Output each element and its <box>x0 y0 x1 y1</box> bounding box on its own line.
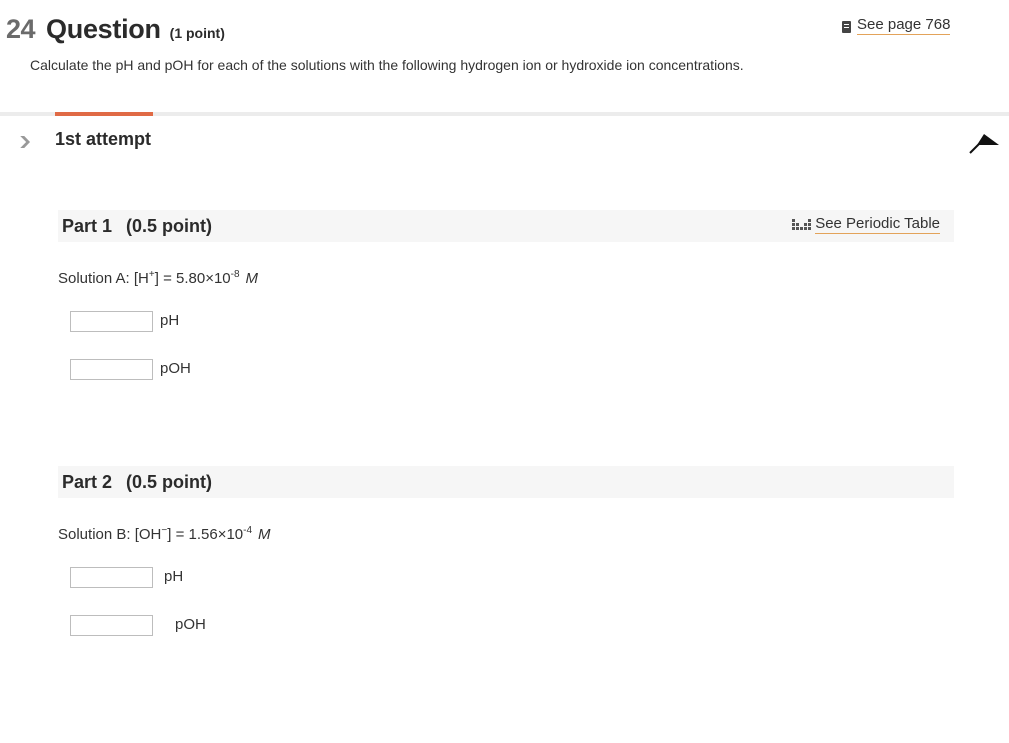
solution-b-exponent: -4 <box>243 525 253 536</box>
part-2-header: Part 2 (0.5 point) <box>58 466 954 498</box>
attempt-title[interactable]: 1st attempt <box>55 129 151 150</box>
solution-a-prefix: Solution A: [H <box>58 270 149 287</box>
book-icon <box>842 20 851 33</box>
solution-a-unit: M <box>245 270 259 287</box>
solution-a-exponent: -8 <box>230 269 240 280</box>
part-2-ph-input[interactable] <box>70 567 153 588</box>
periodic-table-link[interactable]: See Periodic Table <box>815 215 940 234</box>
solution-b-text: Solution B: [OH−] = 1.56×10-4 M <box>58 525 271 543</box>
part-2-ph-label: pH <box>164 568 184 585</box>
part-2-title: Part 2 (0.5 point) <box>62 472 212 493</box>
question-title: Question <box>46 14 161 44</box>
part-1-poh-input[interactable] <box>70 359 153 380</box>
solution-b-unit: M <box>258 526 271 543</box>
solution-a-value: ] = 5.80×10 <box>154 270 231 287</box>
question-prompt: Calculate the pH and pOH for each of the… <box>30 57 744 73</box>
solution-a-text: Solution A: [H+] = 5.80×10-8 M <box>58 269 258 287</box>
see-page-link-group[interactable]: See page 768 <box>842 16 951 35</box>
solution-b-value: ] = 1.56×10 <box>167 526 244 543</box>
see-page-link[interactable]: See page 768 <box>857 16 951 35</box>
part-1-poh-label: pOH <box>160 360 191 377</box>
part-1-ph-label: pH <box>160 312 180 329</box>
part-2-poh-label: pOH <box>175 616 206 633</box>
periodic-table-link-group[interactable]: See Periodic Table <box>792 215 940 234</box>
part-1-ph-input[interactable] <box>70 311 153 332</box>
solution-b-prefix: Solution B: [OH <box>58 526 162 543</box>
part-1-points: (0.5 point) <box>126 216 213 236</box>
chevron-down-icon[interactable]: ❯ <box>17 134 32 148</box>
attempt-tab-indicator <box>55 112 153 116</box>
part-2-poh-input[interactable] <box>70 615 153 636</box>
part-1-title: Part 1 (0.5 point) <box>62 216 212 237</box>
part-2-points: (0.5 point) <box>126 472 213 492</box>
part-1-header: Part 1 (0.5 point) See Periodic Table <box>58 210 954 242</box>
part-2-label: Part 2 <box>62 472 113 492</box>
question-header: 24 Question (1 point) <box>6 14 225 45</box>
question-number: 24 <box>6 14 36 44</box>
part-1-label: Part 1 <box>62 216 113 236</box>
periodic-table-icon <box>792 219 812 230</box>
question-points: (1 point) <box>169 25 225 41</box>
pin-icon[interactable] <box>968 132 1000 156</box>
